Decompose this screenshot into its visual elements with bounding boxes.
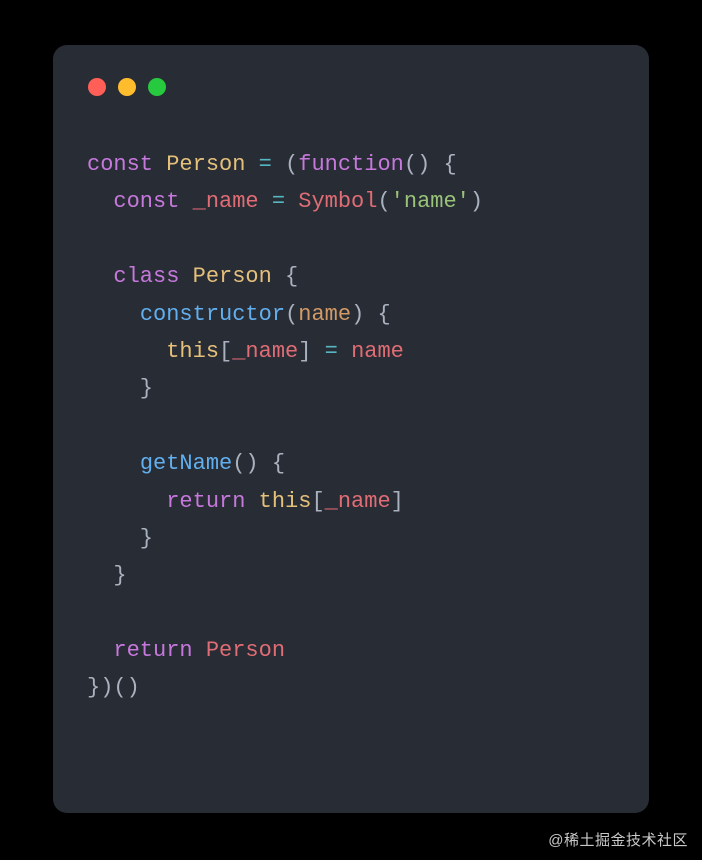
watermark: @稀土掘金技术社区 bbox=[548, 829, 688, 850]
zoom-icon bbox=[148, 78, 166, 96]
minimize-icon bbox=[118, 78, 136, 96]
code-block: const Person = (function() { const _name… bbox=[53, 96, 649, 707]
window-traffic-lights bbox=[53, 45, 649, 96]
code-card: const Person = (function() { const _name… bbox=[53, 45, 649, 813]
close-icon bbox=[88, 78, 106, 96]
